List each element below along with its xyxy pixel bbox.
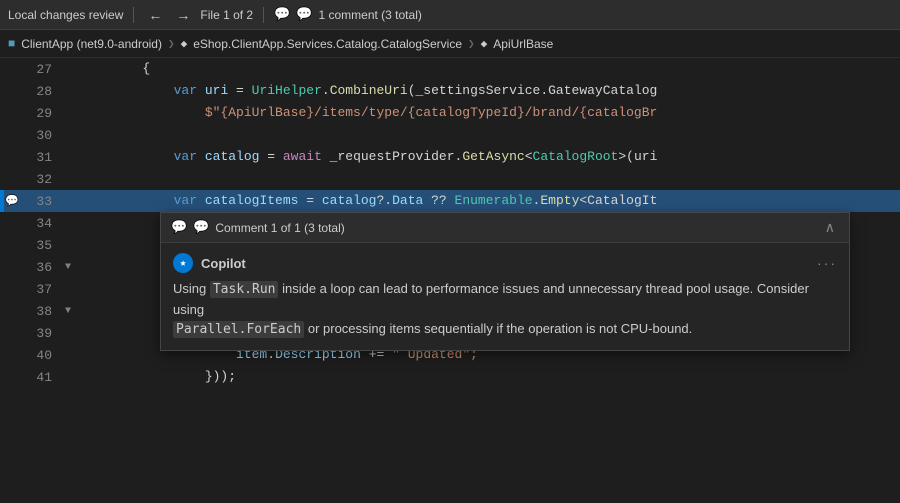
comment-gutter-icon[interactable]: 💬 [4,194,20,208]
fold-indicator[interactable]: ▼ [60,262,76,273]
comment-body: ★ Copilot ··· Using Task.Run inside a lo… [161,243,849,350]
code-line: 31 var catalog = await _requestProvider.… [0,146,900,168]
line-content: var uri = UriHelper.CombineUri(_settings… [76,80,900,102]
file-nav-label: File 1 of 2 [200,8,253,22]
file-icon: ■ [8,37,15,51]
line-number: 39 [20,326,60,341]
line-number: 34 [20,216,60,231]
comment-more-button[interactable]: ··· [817,255,837,271]
breadcrumb-sep-2: ❯ [468,37,475,51]
breadcrumb-namespace[interactable]: eShop.ClientApp.Services.Catalog.Catalog… [193,37,462,51]
comment-icon-1: 💬 [274,7,290,22]
comment-close-button[interactable]: ∧ [821,219,839,236]
fold-arrow[interactable]: ▼ [65,262,71,273]
line-number: 41 [20,370,60,385]
breadcrumb-bar: ■ ClientApp (net9.0-android) ❯ ◆ eShop.C… [0,30,900,58]
code-line: 32 [0,168,900,190]
fold-indicator[interactable]: ▼ [60,306,76,317]
nav-back-button[interactable]: ← [144,5,166,25]
comment-author-row: ★ Copilot ··· [173,253,837,273]
toolbar: Local changes review ← → File 1 of 2 💬 💬… [0,0,900,30]
line-number: 38 [20,304,60,319]
code-area: 27 {28 var uri = UriHelper.CombineUri(_s… [0,58,900,503]
member-icon: ◆ [481,37,488,51]
code-line: 28 var uri = UriHelper.CombineUri(_setti… [0,80,900,102]
comment-count-label: 1 comment (3 total) [318,8,421,22]
line-content [76,124,900,146]
code-line: 29 $"{ApiUrlBase}/items/type/{catalogTyp… [0,102,900,124]
line-content: var catalogItems = catalog?.Data ?? Enum… [76,190,900,212]
toolbar-divider-1 [133,7,134,23]
line-number: 37 [20,282,60,297]
line-content [76,168,900,190]
code-line: 💬33 var catalogItems = catalog?.Data ?? … [0,190,900,212]
fold-arrow[interactable]: ▼ [65,306,71,317]
line-number: 27 [20,62,60,77]
comment-title: Comment 1 of 1 (3 total) [215,221,814,235]
line-number: 35 [20,238,60,253]
breadcrumb-member[interactable]: ApiUrlBase [493,37,553,51]
code-line: 41 })); [0,366,900,388]
line-number: 40 [20,348,60,363]
breadcrumb-sep-1: ❯ [168,37,175,51]
code-line: 30 [0,124,900,146]
line-number: 28 [20,84,60,99]
code-line: 27 { [0,58,900,80]
nav-forward-button[interactable]: → [172,5,194,25]
comment-popup: 💬 💬 Comment 1 of 1 (3 total) ∧ ★ Copilot… [160,212,850,351]
line-content: })); [76,366,900,388]
line-number: 31 [20,150,60,165]
line-content: { [76,58,900,80]
copilot-icon: ★ [173,253,193,273]
line-number: 29 [20,106,60,121]
namespace-icon: ◆ [181,37,188,51]
comment-nav-icon-right[interactable]: 💬 [193,220,209,235]
comment-message: Using Task.Run inside a loop can lead to… [173,279,837,340]
breadcrumb-project[interactable]: ClientApp (net9.0-android) [21,37,162,51]
line-number: 32 [20,172,60,187]
line-number: 33 [20,194,60,209]
line-number: 30 [20,128,60,143]
comment-nav-icon-left[interactable]: 💬 [171,220,187,235]
comment-icon-2: 💬 [296,7,312,22]
comment-author-name: Copilot [201,256,246,271]
toolbar-divider-2 [263,7,264,23]
comment-popup-header: 💬 💬 Comment 1 of 1 (3 total) ∧ [161,213,849,243]
local-changes-label: Local changes review [8,8,123,22]
line-content: var catalog = await _requestProvider.Get… [76,146,900,168]
line-content: $"{ApiUrlBase}/items/type/{catalogTypeId… [76,102,900,124]
line-number: 36 [20,260,60,275]
